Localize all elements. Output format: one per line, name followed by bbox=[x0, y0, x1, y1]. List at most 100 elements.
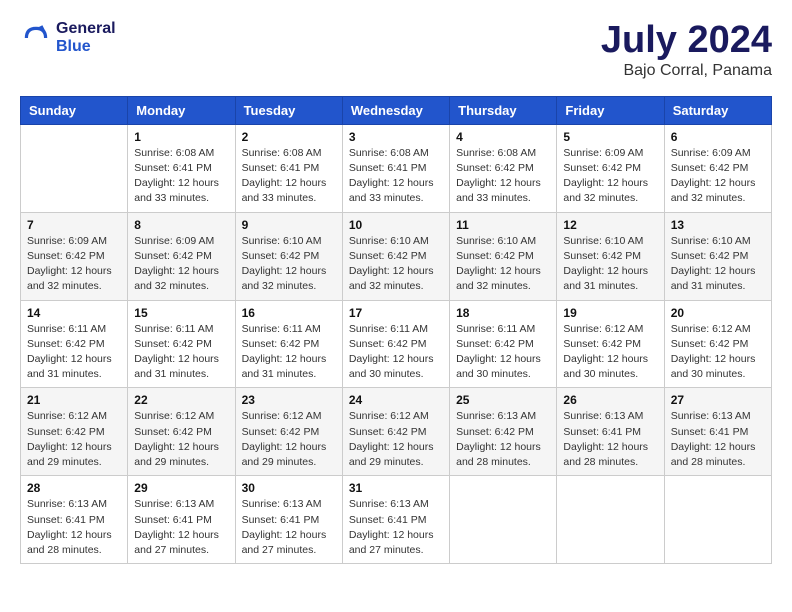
calendar-cell bbox=[21, 124, 128, 212]
calendar-cell: 15 Sunrise: 6:11 AMSunset: 6:42 PMDayligh… bbox=[128, 300, 235, 388]
day-number: 10 bbox=[349, 218, 443, 232]
calendar-cell: 25 Sunrise: 6:13 AMSunset: 6:42 PMDayligh… bbox=[450, 388, 557, 476]
cell-info: Sunrise: 6:12 AMSunset: 6:42 PMDaylight:… bbox=[242, 409, 336, 470]
calendar-cell: 14 Sunrise: 6:11 AMSunset: 6:42 PMDayligh… bbox=[21, 300, 128, 388]
day-number: 19 bbox=[563, 306, 657, 320]
calendar-cell bbox=[450, 476, 557, 564]
calendar-cell bbox=[664, 476, 771, 564]
weekday-header-tuesday: Tuesday bbox=[235, 96, 342, 124]
title-block: July 2024 Bajo Corral, Panama bbox=[601, 20, 772, 80]
day-number: 23 bbox=[242, 393, 336, 407]
day-number: 7 bbox=[27, 218, 121, 232]
cell-info: Sunrise: 6:09 AMSunset: 6:42 PMDaylight:… bbox=[27, 234, 121, 295]
calendar-cell: 24 Sunrise: 6:12 AMSunset: 6:42 PMDayligh… bbox=[342, 388, 449, 476]
calendar-cell: 5Sunrise: 6:09 AMSunset: 6:42 PMDaylight… bbox=[557, 124, 664, 212]
calendar-cell: 3 Sunrise: 6:08 AMSunset: 6:41 PMDaylight… bbox=[342, 124, 449, 212]
weekday-header-thursday: Thursday bbox=[450, 96, 557, 124]
day-number: 26 bbox=[563, 393, 657, 407]
cell-info: Sunrise: 6:09 AMSunset: 6:42 PMDaylight:… bbox=[671, 146, 765, 207]
day-number: 16 bbox=[242, 306, 336, 320]
day-number: 1 bbox=[134, 130, 228, 144]
day-number: 15 bbox=[134, 306, 228, 320]
calendar-cell: 30 Sunrise: 6:13 AMSunset: 6:41 PMDayligh… bbox=[235, 476, 342, 564]
cell-info: Sunrise: 6:12 AMSunset: 6:42 PMDaylight:… bbox=[349, 409, 443, 470]
weekday-header-friday: Friday bbox=[557, 96, 664, 124]
cell-info: Sunrise: 6:11 AMSunset: 6:42 PMDaylight:… bbox=[134, 322, 228, 383]
day-number: 8 bbox=[134, 218, 228, 232]
calendar-cell: 4Sunrise: 6:08 AMSunset: 6:42 PMDaylight… bbox=[450, 124, 557, 212]
day-number: 17 bbox=[349, 306, 443, 320]
logo-icon bbox=[20, 22, 52, 54]
calendar-cell: 20Sunrise: 6:12 AMSunset: 6:42 PMDayligh… bbox=[664, 300, 771, 388]
day-number: 22 bbox=[134, 393, 228, 407]
calendar-cell: 28 Sunrise: 6:13 AMSunset: 6:41 PMDayligh… bbox=[21, 476, 128, 564]
weekday-header-monday: Monday bbox=[128, 96, 235, 124]
cell-info: Sunrise: 6:12 AMSunset: 6:42 PMDaylight:… bbox=[27, 409, 121, 470]
day-number: 29 bbox=[134, 481, 228, 495]
day-number: 30 bbox=[242, 481, 336, 495]
calendar-cell: 1Sunrise: 6:08 AMSunset: 6:41 PMDaylight… bbox=[128, 124, 235, 212]
cell-info: Sunrise: 6:11 AMSunset: 6:42 PMDaylight:… bbox=[456, 322, 550, 383]
calendar-cell: 2Sunrise: 6:08 AMSunset: 6:41 PMDaylight… bbox=[235, 124, 342, 212]
calendar-cell: 18 Sunrise: 6:11 AMSunset: 6:42 PMDayligh… bbox=[450, 300, 557, 388]
day-number: 6 bbox=[671, 130, 765, 144]
cell-info: Sunrise: 6:13 AMSunset: 6:41 PMDaylight:… bbox=[671, 409, 765, 470]
weekday-header-wednesday: Wednesday bbox=[342, 96, 449, 124]
day-number: 11 bbox=[456, 218, 550, 232]
calendar-cell: 13 Sunrise: 6:10 AMSunset: 6:42 PMDayligh… bbox=[664, 212, 771, 300]
day-number: 13 bbox=[671, 218, 765, 232]
day-number: 21 bbox=[27, 393, 121, 407]
day-number: 20 bbox=[671, 306, 765, 320]
cell-info: Sunrise: 6:12 AMSunset: 6:42 PMDaylight:… bbox=[563, 322, 657, 383]
cell-info: Sunrise: 6:13 AMSunset: 6:42 PMDaylight:… bbox=[456, 409, 550, 470]
cell-info: Sunrise: 6:12 AMSunset: 6:42 PMDaylight:… bbox=[134, 409, 228, 470]
cell-info: Sunrise: 6:13 AMSunset: 6:41 PMDaylight:… bbox=[563, 409, 657, 470]
cell-info: Sunrise: 6:08 AMSunset: 6:41 PMDaylight:… bbox=[349, 146, 443, 207]
day-number: 14 bbox=[27, 306, 121, 320]
calendar-cell: 9 Sunrise: 6:10 AMSunset: 6:42 PMDaylight… bbox=[235, 212, 342, 300]
calendar-cell: 29 Sunrise: 6:13 AMSunset: 6:41 PMDayligh… bbox=[128, 476, 235, 564]
cell-info: Sunrise: 6:11 AMSunset: 6:42 PMDaylight:… bbox=[27, 322, 121, 383]
cell-info: Sunrise: 6:11 AMSunset: 6:42 PMDaylight:… bbox=[242, 322, 336, 383]
cell-info: Sunrise: 6:10 AMSunset: 6:42 PMDaylight:… bbox=[242, 234, 336, 295]
cell-info: Sunrise: 6:08 AMSunset: 6:42 PMDaylight:… bbox=[456, 146, 550, 207]
day-number: 25 bbox=[456, 393, 550, 407]
day-number: 9 bbox=[242, 218, 336, 232]
weekday-header-sunday: Sunday bbox=[21, 96, 128, 124]
calendar-cell: 16 Sunrise: 6:11 AMSunset: 6:42 PMDayligh… bbox=[235, 300, 342, 388]
cell-info: Sunrise: 6:09 AMSunset: 6:42 PMDaylight:… bbox=[134, 234, 228, 295]
cell-info: Sunrise: 6:13 AMSunset: 6:41 PMDaylight:… bbox=[134, 497, 228, 558]
calendar-cell: 22 Sunrise: 6:12 AMSunset: 6:42 PMDayligh… bbox=[128, 388, 235, 476]
calendar-cell: 7 Sunrise: 6:09 AMSunset: 6:42 PMDaylight… bbox=[21, 212, 128, 300]
day-number: 24 bbox=[349, 393, 443, 407]
calendar-cell: 21 Sunrise: 6:12 AMSunset: 6:42 PMDayligh… bbox=[21, 388, 128, 476]
day-number: 28 bbox=[27, 481, 121, 495]
weekday-header-saturday: Saturday bbox=[664, 96, 771, 124]
cell-info: Sunrise: 6:10 AMSunset: 6:42 PMDaylight:… bbox=[563, 234, 657, 295]
calendar-cell: 17Sunrise: 6:11 AMSunset: 6:42 PMDayligh… bbox=[342, 300, 449, 388]
day-number: 31 bbox=[349, 481, 443, 495]
cell-info: Sunrise: 6:10 AMSunset: 6:42 PMDaylight:… bbox=[349, 234, 443, 295]
calendar-table: SundayMondayTuesdayWednesdayThursdayFrid… bbox=[20, 96, 772, 564]
page-header: General Blue July 2024 Bajo Corral, Pana… bbox=[20, 20, 772, 80]
calendar-cell: 11Sunrise: 6:10 AMSunset: 6:42 PMDayligh… bbox=[450, 212, 557, 300]
cell-info: Sunrise: 6:13 AMSunset: 6:41 PMDaylight:… bbox=[27, 497, 121, 558]
cell-info: Sunrise: 6:08 AMSunset: 6:41 PMDaylight:… bbox=[242, 146, 336, 207]
day-number: 3 bbox=[349, 130, 443, 144]
logo: General Blue bbox=[20, 20, 116, 56]
cell-info: Sunrise: 6:10 AMSunset: 6:42 PMDaylight:… bbox=[671, 234, 765, 295]
calendar-cell: 6 Sunrise: 6:09 AMSunset: 6:42 PMDaylight… bbox=[664, 124, 771, 212]
logo-text: General Blue bbox=[56, 20, 116, 56]
day-number: 12 bbox=[563, 218, 657, 232]
calendar-cell bbox=[557, 476, 664, 564]
subtitle: Bajo Corral, Panama bbox=[601, 62, 772, 80]
calendar-cell: 10 Sunrise: 6:10 AMSunset: 6:42 PMDayligh… bbox=[342, 212, 449, 300]
day-number: 18 bbox=[456, 306, 550, 320]
calendar-cell: 26 Sunrise: 6:13 AMSunset: 6:41 PMDayligh… bbox=[557, 388, 664, 476]
main-title: July 2024 bbox=[601, 20, 772, 62]
calendar-cell: 31Sunrise: 6:13 AMSunset: 6:41 PMDayligh… bbox=[342, 476, 449, 564]
calendar-cell: 27 Sunrise: 6:13 AMSunset: 6:41 PMDayligh… bbox=[664, 388, 771, 476]
cell-info: Sunrise: 6:13 AMSunset: 6:41 PMDaylight:… bbox=[242, 497, 336, 558]
day-number: 27 bbox=[671, 393, 765, 407]
day-number: 5 bbox=[563, 130, 657, 144]
